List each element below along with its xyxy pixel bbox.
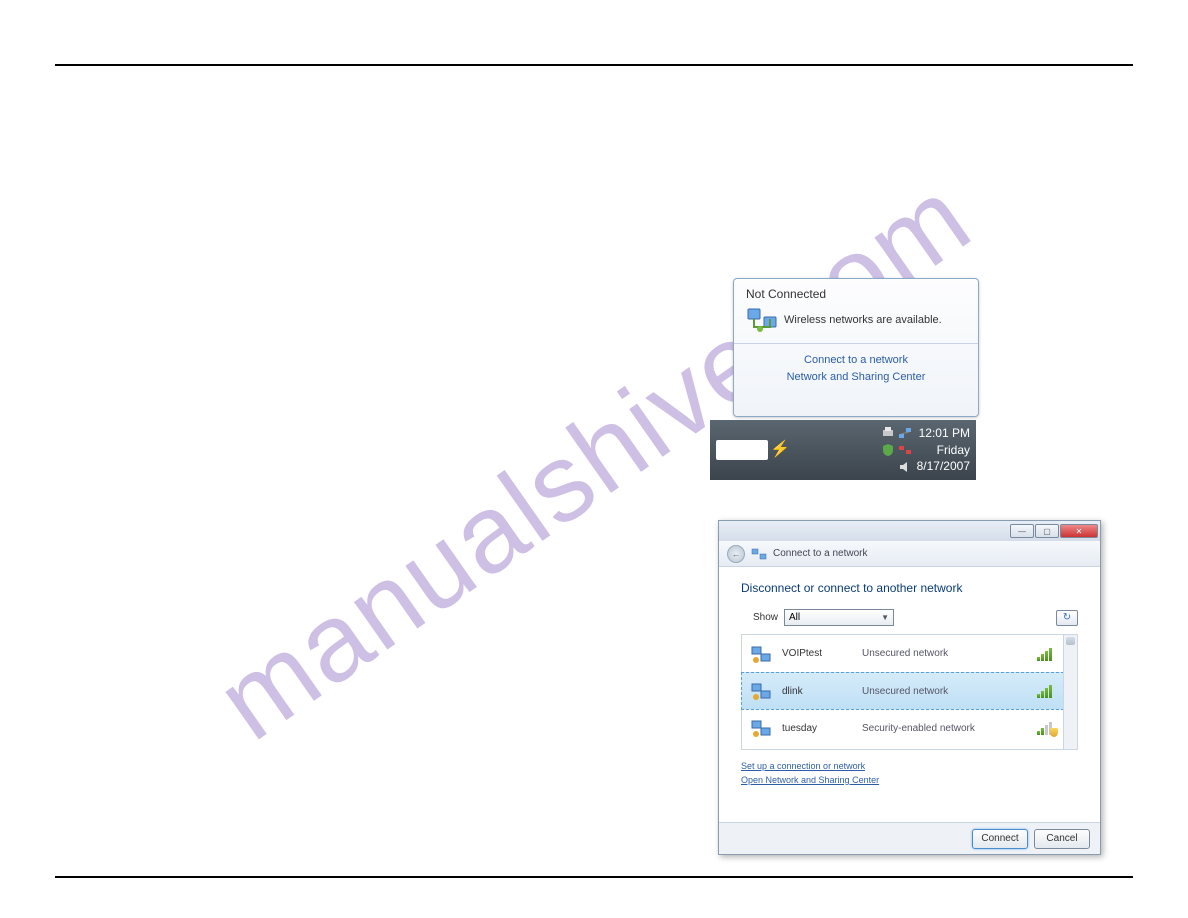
network-security: Unsecured network: [862, 686, 1027, 697]
network-name: tuesday: [782, 723, 852, 734]
dialog-header: ← Connect to a network: [719, 541, 1100, 567]
link-setup-connection[interactable]: Set up a connection or network: [741, 760, 1078, 774]
dialog-header-text: Connect to a network: [773, 548, 868, 559]
link-sharing-center[interactable]: Network and Sharing Center: [734, 369, 978, 386]
connect-button[interactable]: Connect: [972, 829, 1028, 849]
link-connect-network[interactable]: Connect to a network: [734, 352, 978, 369]
show-value: All: [789, 612, 800, 623]
network-icon: [746, 307, 778, 333]
popup-title: Not Connected: [746, 287, 966, 301]
chevron-down-icon: ▼: [881, 613, 889, 622]
network-security: Unsecured network: [862, 648, 1027, 659]
link-open-center[interactable]: Open Network and Sharing Center: [741, 774, 1078, 788]
network-item-icon: [750, 718, 772, 738]
divider-bottom: [55, 876, 1133, 878]
divider-top: [55, 64, 1133, 66]
minimize-button[interactable]: —: [1010, 524, 1034, 538]
network-popup: Not Connected Wireless networks are avai…: [733, 278, 979, 417]
maximize-button[interactable]: ▢: [1035, 524, 1059, 538]
refresh-button[interactable]: ↻: [1056, 610, 1078, 626]
network-list: VOIPtest Unsecured network dlink Unsecured …: [741, 634, 1078, 750]
clock[interactable]: 12:01 PM Friday 8/17/2007: [917, 425, 970, 475]
popup-message: Wireless networks are available.: [784, 314, 942, 326]
network-name: dlink: [782, 686, 852, 697]
scrollbar-thumb[interactable]: [1066, 637, 1075, 645]
signal-strength-icon: [1037, 684, 1055, 698]
network-item-icon: [750, 681, 772, 701]
tray-shield-icon[interactable]: [880, 442, 896, 458]
show-label: Show: [753, 612, 778, 623]
scrollbar[interactable]: [1063, 635, 1077, 749]
tray-network-icon[interactable]: [897, 425, 913, 441]
network-row[interactable]: tuesday Security-enabled network: [742, 709, 1063, 747]
dialog-heading: Disconnect or connect to another network: [741, 581, 1078, 595]
show-dropdown[interactable]: All ▼: [784, 609, 894, 626]
dialog-titlebar: — ▢ ✕: [719, 521, 1100, 541]
connect-dialog: — ▢ ✕ ← Connect to a network Disconnect …: [718, 520, 1101, 855]
tray-volume-icon[interactable]: [897, 459, 913, 475]
clock-day: Friday: [917, 442, 970, 459]
network-security: Security-enabled network: [862, 723, 1027, 734]
battery-icon[interactable]: [716, 440, 768, 460]
tray-alert-icon[interactable]: [897, 442, 913, 458]
taskbar: ⚡ 12:01 PM Friday 8/17/2007: [710, 420, 976, 480]
network-row[interactable]: dlink Unsecured network: [741, 672, 1064, 710]
clock-time: 12:01 PM: [917, 425, 970, 442]
tray-printer-icon[interactable]: [880, 425, 896, 441]
close-button[interactable]: ✕: [1060, 524, 1098, 538]
network-name: VOIPtest: [782, 648, 852, 659]
cancel-button[interactable]: Cancel: [1034, 829, 1090, 849]
clock-date: 8/17/2007: [917, 458, 970, 475]
network-item-icon: [750, 644, 772, 664]
shield-icon: [1050, 728, 1058, 737]
network-row[interactable]: VOIPtest Unsecured network: [742, 635, 1063, 673]
network-small-icon: [751, 547, 767, 561]
signal-strength-icon: [1037, 721, 1055, 735]
power-plug-icon: ⚡: [770, 443, 784, 457]
signal-strength-icon: [1037, 647, 1055, 661]
back-button[interactable]: ←: [727, 545, 745, 563]
dialog-footer: Connect Cancel: [719, 822, 1100, 854]
